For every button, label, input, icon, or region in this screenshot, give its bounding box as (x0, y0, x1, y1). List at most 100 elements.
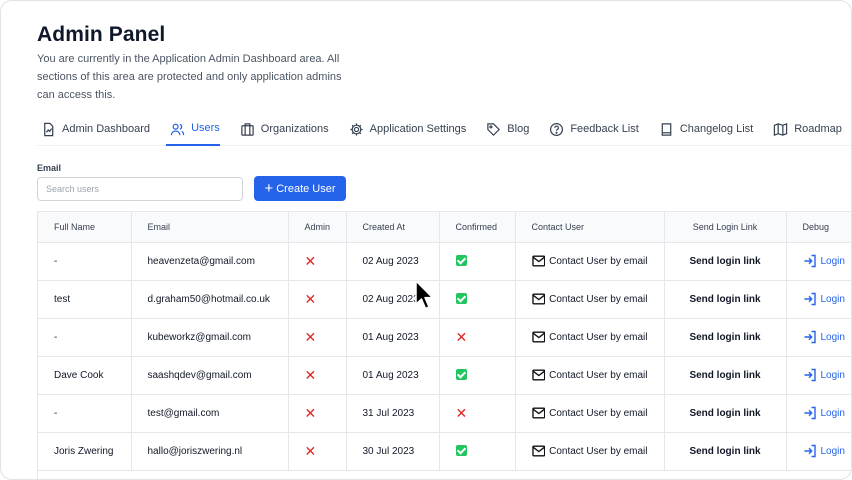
login-label: Login (820, 445, 845, 457)
mail-icon (531, 445, 545, 457)
check-icon (455, 293, 467, 305)
users-table-container: Full Name Email Admin Created At Confirm… (37, 211, 852, 479)
cell-contact-user[interactable]: Contact User by email (515, 242, 665, 281)
table-body: - heavenzeta@gmail.com ✕ 02 Aug 2023 Con… (38, 242, 852, 471)
cell-confirmed: ✕ (439, 394, 516, 433)
login-icon (804, 254, 816, 268)
mail-icon (531, 407, 545, 419)
tab-users[interactable]: Users (166, 116, 220, 146)
contact-user-link[interactable]: Contact User by email (531, 445, 648, 457)
cell-admin: ✕ (288, 432, 347, 471)
login-label: Login (820, 255, 845, 267)
send-login-link-button[interactable]: Send login link (664, 242, 787, 281)
column-header-full-name[interactable]: Full Name (38, 212, 132, 243)
login-icon (804, 330, 816, 344)
cell-debug[interactable]: Login (786, 280, 852, 319)
send-login-link-button[interactable]: Send login link (664, 280, 787, 319)
create-user-label: Create User (276, 182, 336, 195)
cell-email: test@gmail.com (131, 394, 289, 433)
contact-user-link[interactable]: Contact User by email (531, 293, 648, 305)
table-row: - heavenzeta@gmail.com ✕ 02 Aug 2023 Con… (38, 242, 852, 281)
login-as-user-link[interactable]: Login (803, 330, 852, 344)
contact-user-link[interactable]: Contact User by email (531, 255, 648, 267)
cell-full-name: - (38, 242, 132, 281)
check-icon (455, 445, 467, 457)
users-icon (170, 123, 185, 136)
cell-email: kubeworkz@gmail.com (131, 318, 289, 357)
column-header-contact-user[interactable]: Contact User (515, 212, 665, 243)
cell-admin: ✕ (288, 242, 347, 281)
column-header-confirmed[interactable]: Confirmed (439, 212, 516, 243)
login-as-user-link[interactable]: Login (803, 444, 852, 458)
cross-icon: ✕ (304, 366, 317, 383)
page-title: Admin Panel (37, 23, 166, 46)
cell-confirmed (439, 242, 516, 281)
chart-file-icon (44, 122, 54, 136)
column-header-admin[interactable]: Admin (288, 212, 347, 243)
send-login-link-button[interactable]: Send login link (664, 318, 787, 357)
column-header-email[interactable]: Email (131, 212, 289, 243)
send-login-link-button[interactable]: Send login link (664, 432, 787, 471)
table-row: Dave Cook saashqdev@gmail.com ✕ 01 Aug 2… (38, 356, 852, 395)
tab-label: Admin Dashboard (62, 123, 151, 135)
mouse-cursor-icon (415, 280, 434, 310)
plus-icon: + (264, 179, 274, 197)
cell-created-at: 01 Aug 2023 (346, 318, 440, 357)
cell-debug[interactable]: Login (786, 432, 852, 471)
table-header-row: Full Name Email Admin Created At Confirm… (38, 212, 851, 243)
login-label: Login (820, 331, 845, 343)
login-as-user-link[interactable]: Login (803, 368, 852, 382)
building-icon (241, 122, 254, 136)
send-login-link-button[interactable]: Send login link (664, 394, 787, 433)
tab-changelog-list[interactable]: Changelog List (655, 116, 753, 142)
login-label: Login (820, 369, 845, 381)
cell-full-name: Joris Zwering (38, 432, 132, 471)
cell-debug[interactable]: Login (786, 242, 852, 281)
login-icon (804, 444, 816, 458)
tab-label: Blog (507, 123, 530, 135)
cell-debug[interactable]: Login (786, 356, 852, 395)
tab-label: Feedback List (570, 123, 639, 135)
cell-debug[interactable]: Login (786, 318, 852, 357)
cell-contact-user[interactable]: Contact User by email (515, 318, 665, 357)
login-as-user-link[interactable]: Login (803, 406, 852, 420)
login-as-user-link[interactable]: Login (803, 292, 852, 306)
tag-icon (487, 122, 501, 136)
mail-icon (531, 331, 545, 343)
login-icon (804, 368, 816, 382)
email-filter-label: Email (37, 163, 62, 173)
column-header-debug[interactable]: Debug (786, 212, 851, 243)
table-row: Joris Zwering hallo@joriszwering.nl ✕ 30… (38, 432, 852, 471)
tab-application-settings[interactable]: Application Settings (345, 116, 466, 142)
tab-feedback-list[interactable]: Feedback List (545, 116, 639, 142)
contact-user-label: Contact User by email (549, 407, 648, 419)
column-header-send-login-link[interactable]: Send Login Link (664, 212, 787, 243)
cross-icon: ✕ (455, 404, 468, 421)
cell-created-at: 30 Jul 2023 (346, 432, 440, 471)
cell-debug[interactable]: Login (786, 394, 852, 433)
gear-icon (350, 122, 363, 136)
cell-created-at: 01 Aug 2023 (346, 356, 440, 395)
tab-blog[interactable]: Blog (482, 116, 529, 142)
cell-admin: ✕ (288, 318, 347, 357)
cell-full-name: Dave Cook (38, 356, 132, 395)
tab-admin-dashboard[interactable]: Admin Dashboard (37, 116, 150, 142)
app-window: Admin Panel You are currently in the App… (0, 0, 852, 480)
column-header-created-at[interactable]: Created At (346, 212, 440, 243)
cell-contact-user[interactable]: Contact User by email (515, 356, 665, 395)
contact-user-link[interactable]: Contact User by email (531, 331, 648, 343)
login-icon (804, 406, 816, 420)
cell-contact-user[interactable]: Contact User by email (515, 394, 665, 433)
search-input[interactable] (37, 177, 243, 201)
cell-contact-user[interactable]: Contact User by email (515, 432, 665, 471)
tab-roadmap[interactable]: Roadmap (769, 116, 842, 142)
cell-contact-user[interactable]: Contact User by email (515, 280, 665, 319)
login-as-user-link[interactable]: Login (803, 254, 852, 268)
send-login-link-button[interactable]: Send login link (664, 356, 787, 395)
contact-user-link[interactable]: Contact User by email (531, 369, 648, 381)
create-user-button[interactable]: + Create User (254, 176, 346, 201)
tab-organizations[interactable]: Organizations (236, 116, 329, 142)
check-icon (455, 255, 467, 267)
contact-user-link[interactable]: Contact User by email (531, 407, 648, 419)
mail-icon (531, 293, 545, 305)
